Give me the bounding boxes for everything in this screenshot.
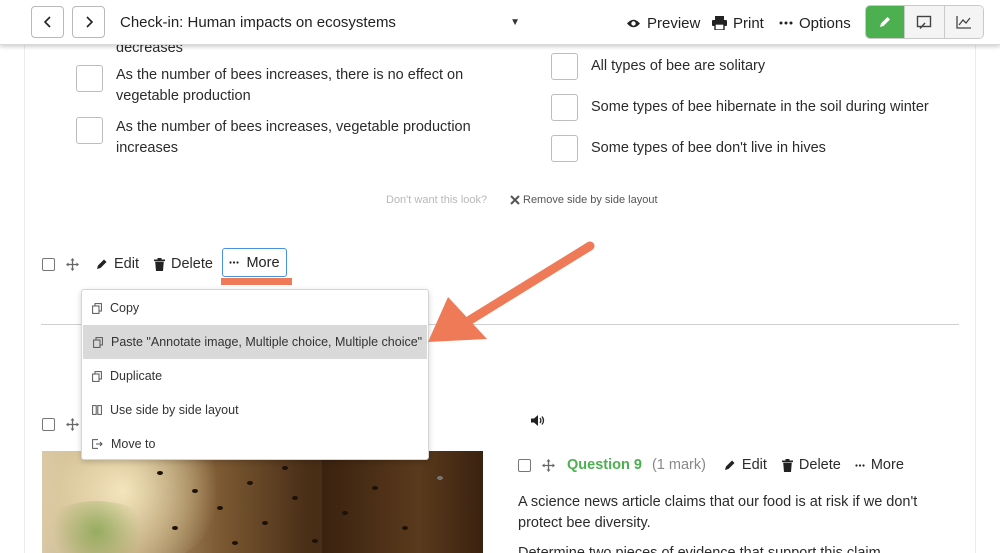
options-label: Options <box>799 14 851 32</box>
print-label: Print <box>733 14 764 32</box>
layout-hint-text: Don't want this look? <box>386 194 488 206</box>
option-label: Some types of bee don't live in hives <box>591 140 826 156</box>
option-left-1[interactable]: As the number of bees increases, there i… <box>76 65 476 107</box>
option-checkbox[interactable] <box>76 65 103 92</box>
pencil-icon <box>97 259 107 269</box>
next-row-tools <box>42 418 79 431</box>
delete-button[interactable]: Delete <box>781 457 841 473</box>
top-toolbar: Check-in: Human impacts on ecosystems ▼ … <box>0 0 1000 45</box>
option-checkbox[interactable] <box>551 53 578 80</box>
menu-item-move-to[interactable]: Move to <box>82 427 428 461</box>
drag-handle-icon[interactable] <box>66 418 79 431</box>
copy-icon <box>92 302 102 314</box>
line-chart-icon <box>956 16 971 29</box>
edit-label: Edit <box>114 256 139 272</box>
menu-item-label: Paste "Annotate image, Multiple choice, … <box>111 335 423 349</box>
paste-icon <box>93 336 103 348</box>
move-to-icon <box>92 439 103 449</box>
presentation-icon <box>917 15 932 29</box>
printer-icon <box>712 16 727 30</box>
ellipsis-icon <box>229 261 240 264</box>
pencil-icon <box>724 460 735 470</box>
menu-item-label: Use side by side layout <box>110 403 239 417</box>
analytics-mode-button[interactable] <box>944 6 983 38</box>
chevron-left-icon <box>43 16 51 28</box>
edit-button[interactable]: Edit <box>724 457 767 473</box>
view-mode-toggle <box>865 5 984 39</box>
more-label: More <box>870 457 904 473</box>
forward-button[interactable] <box>72 6 105 38</box>
option-label: Some types of bee hibernate in the soil … <box>591 99 929 115</box>
question-9-header: Question 9 (1 mark) Edit Delete More <box>518 457 904 473</box>
close-icon <box>510 195 520 205</box>
menu-item-label: Copy <box>110 301 140 315</box>
option-checkbox[interactable] <box>551 94 578 121</box>
question-text-2: Determine two pieces of evidence that su… <box>518 545 881 553</box>
menu-item-label: Duplicate <box>110 369 163 383</box>
edit-button[interactable]: Edit <box>96 256 139 272</box>
question-text-1: A science news article claims that our f… <box>518 494 918 531</box>
menu-item-duplicate[interactable]: Duplicate <box>82 359 428 393</box>
delete-label: Delete <box>798 457 841 473</box>
preview-label: Preview <box>647 14 701 32</box>
caret-down-icon: ▼ <box>510 17 520 28</box>
select-question-checkbox[interactable] <box>42 257 55 271</box>
option-checkbox[interactable] <box>76 117 103 144</box>
document-title: Check-in: Human impacts on ecosystems <box>120 14 396 31</box>
more-menu: Copy Paste "Annotate image, Multiple cho… <box>81 289 429 460</box>
delete-label: Delete <box>171 256 213 272</box>
edit-label: Edit <box>741 457 767 473</box>
trash-icon <box>781 458 793 472</box>
trash-icon <box>154 257 165 271</box>
question-number: Question 9 <box>567 457 642 473</box>
select-question-checkbox[interactable] <box>42 418 55 431</box>
more-button[interactable]: More <box>855 457 904 473</box>
back-button[interactable] <box>31 6 64 38</box>
drag-handle-icon[interactable] <box>66 257 79 271</box>
option-right-1[interactable]: All types of bee are solitary <box>551 53 951 80</box>
remove-side-by-side-label: Remove side by side layout <box>523 194 658 206</box>
more-highlight-underline <box>221 278 292 285</box>
ellipsis-icon <box>855 463 865 467</box>
eye-icon <box>627 19 640 27</box>
option-checkbox[interactable] <box>551 135 578 162</box>
option-label: As the number of bees increases, vegetab… <box>116 119 471 156</box>
bees-hive-image <box>42 451 483 553</box>
question-row-tools: Edit Delete <box>42 256 213 272</box>
drag-handle-icon[interactable] <box>542 458 555 472</box>
options-button[interactable]: Options <box>779 12 851 34</box>
present-mode-button[interactable] <box>905 6 945 38</box>
remove-side-by-side-link[interactable]: Remove side by side layout <box>510 194 658 206</box>
delete-button[interactable]: Delete <box>154 256 213 272</box>
more-button[interactable]: More <box>222 248 287 277</box>
menu-item-copy[interactable]: Copy <box>82 291 428 325</box>
option-label: As the number of bees increases, there i… <box>116 67 464 104</box>
select-question-checkbox[interactable] <box>518 458 531 472</box>
question-body: A science news article claims that our f… <box>518 492 938 553</box>
speaker-icon[interactable] <box>530 414 545 427</box>
duplicate-icon <box>92 370 102 382</box>
option-label: All types of bee are solitary <box>591 58 766 74</box>
columns-icon <box>92 405 102 415</box>
ellipsis-icon <box>779 21 793 25</box>
pencil-icon <box>880 17 891 27</box>
menu-item-side-by-side[interactable]: Use side by side layout <box>82 393 428 427</box>
print-button[interactable]: Print <box>712 12 764 34</box>
chevron-right-icon <box>85 16 93 28</box>
document-title-select[interactable]: Check-in: Human impacts on ecosystems ▼ <box>120 12 520 34</box>
option-right-3[interactable]: Some types of bee don't live in hives <box>551 135 951 162</box>
preview-button[interactable]: Preview <box>626 12 700 34</box>
menu-item-paste[interactable]: Paste "Annotate image, Multiple choice, … <box>83 325 427 359</box>
option-left-2[interactable]: As the number of bees increases, vegetab… <box>76 117 476 159</box>
option-right-2[interactable]: Some types of bee hibernate in the soil … <box>551 94 951 121</box>
more-label: More <box>246 254 280 271</box>
question-marks: (1 mark) <box>651 457 706 473</box>
edit-mode-button[interactable] <box>866 6 906 38</box>
menu-item-label: Move to <box>111 437 156 451</box>
